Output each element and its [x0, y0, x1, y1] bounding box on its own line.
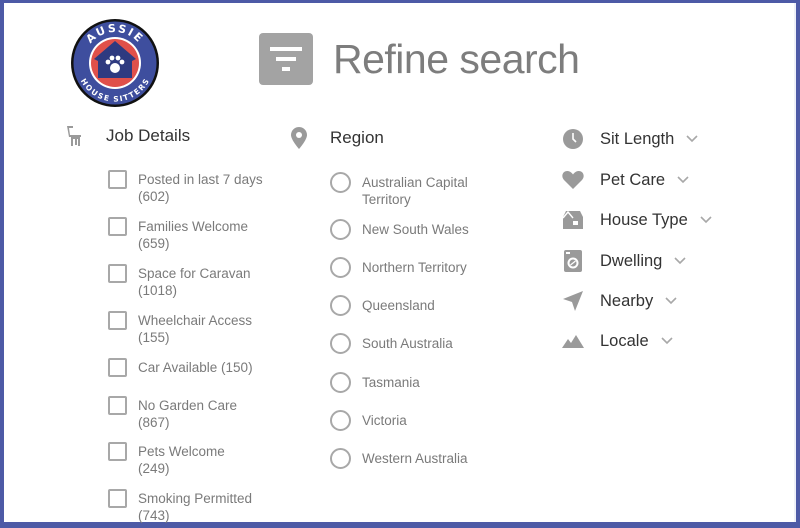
- mountains-icon: [562, 330, 584, 352]
- job-option-smoking-permitted[interactable]: Smoking Permitted (743): [108, 489, 268, 524]
- radio-button[interactable]: [330, 219, 351, 240]
- job-option-posted-last-7-days[interactable]: Posted in last 7 days (602): [108, 170, 268, 205]
- region-option-vic[interactable]: Victoria: [330, 410, 512, 431]
- region-option-wa[interactable]: Western Australia: [330, 448, 512, 469]
- house-icon: [562, 209, 584, 231]
- radio-button[interactable]: [330, 295, 351, 316]
- radio-button[interactable]: [330, 410, 351, 431]
- aussie-house-sitters-logo[interactable]: AUSSIE HOUSE SITTERS: [70, 18, 160, 108]
- dropdown-dwelling[interactable]: Dwelling: [562, 250, 686, 272]
- radio-button[interactable]: [330, 372, 351, 393]
- region-option-nt[interactable]: Northern Territory: [330, 257, 512, 278]
- region-option-qld[interactable]: Queensland: [330, 295, 512, 316]
- chevron-down-icon: [700, 216, 712, 224]
- clock-icon: [562, 128, 584, 150]
- chair-icon: [64, 125, 86, 147]
- checkbox[interactable]: [108, 442, 127, 461]
- filter-icon: [259, 33, 313, 85]
- dwelling-icon: [562, 250, 584, 272]
- radio-button[interactable]: [330, 448, 351, 469]
- checkbox[interactable]: [108, 489, 127, 508]
- chevron-down-icon: [677, 176, 689, 184]
- dropdown-sit-length[interactable]: Sit Length: [562, 128, 698, 150]
- navigation-arrow-icon: [562, 290, 584, 312]
- dropdown-house-type[interactable]: House Type: [562, 209, 712, 231]
- chevron-down-icon: [674, 257, 686, 265]
- dropdown-pet-care[interactable]: Pet Care: [562, 169, 689, 191]
- job-option-pets-welcome[interactable]: Pets Welcome (249): [108, 442, 238, 477]
- checkbox[interactable]: [108, 311, 127, 330]
- job-option-wheelchair-access[interactable]: Wheelchair Access (155): [108, 311, 268, 346]
- job-option-no-garden-care[interactable]: No Garden Care (867): [108, 396, 253, 431]
- heart-icon: [562, 169, 584, 191]
- dropdown-locale[interactable]: Locale: [562, 330, 673, 352]
- dropdown-nearby[interactable]: Nearby: [562, 290, 677, 312]
- job-details-heading: Job Details: [64, 125, 190, 147]
- checkbox[interactable]: [108, 358, 127, 377]
- job-option-car-available[interactable]: Car Available (150): [108, 358, 268, 377]
- chevron-down-icon: [661, 337, 673, 345]
- chevron-down-icon: [665, 297, 677, 305]
- radio-button[interactable]: [330, 333, 351, 354]
- checkbox[interactable]: [108, 217, 127, 236]
- job-option-space-for-caravan[interactable]: Space for Caravan (1018): [108, 264, 263, 299]
- checkbox[interactable]: [108, 396, 127, 415]
- region-option-nsw[interactable]: New South Wales: [330, 219, 512, 240]
- radio-button[interactable]: [330, 172, 351, 193]
- region-section: Region: [288, 127, 384, 149]
- checkbox[interactable]: [108, 170, 127, 189]
- region-heading: Region: [288, 127, 384, 149]
- region-option-act[interactable]: Australian Capital Territory: [330, 172, 482, 208]
- region-option-sa[interactable]: South Australia: [330, 333, 512, 354]
- refine-search-panel: AUSSIE HOUSE SITTERS Refine search Job D…: [4, 3, 796, 524]
- checkbox[interactable]: [108, 264, 127, 283]
- job-details-section: Job Details: [64, 125, 190, 147]
- map-pin-icon: [288, 127, 310, 149]
- page-title: Refine search: [333, 35, 580, 82]
- page-header: Refine search: [259, 33, 580, 85]
- job-option-families-welcome[interactable]: Families Welcome (659): [108, 217, 263, 252]
- region-option-tas[interactable]: Tasmania: [330, 372, 512, 393]
- chevron-down-icon: [686, 135, 698, 143]
- radio-button[interactable]: [330, 257, 351, 278]
